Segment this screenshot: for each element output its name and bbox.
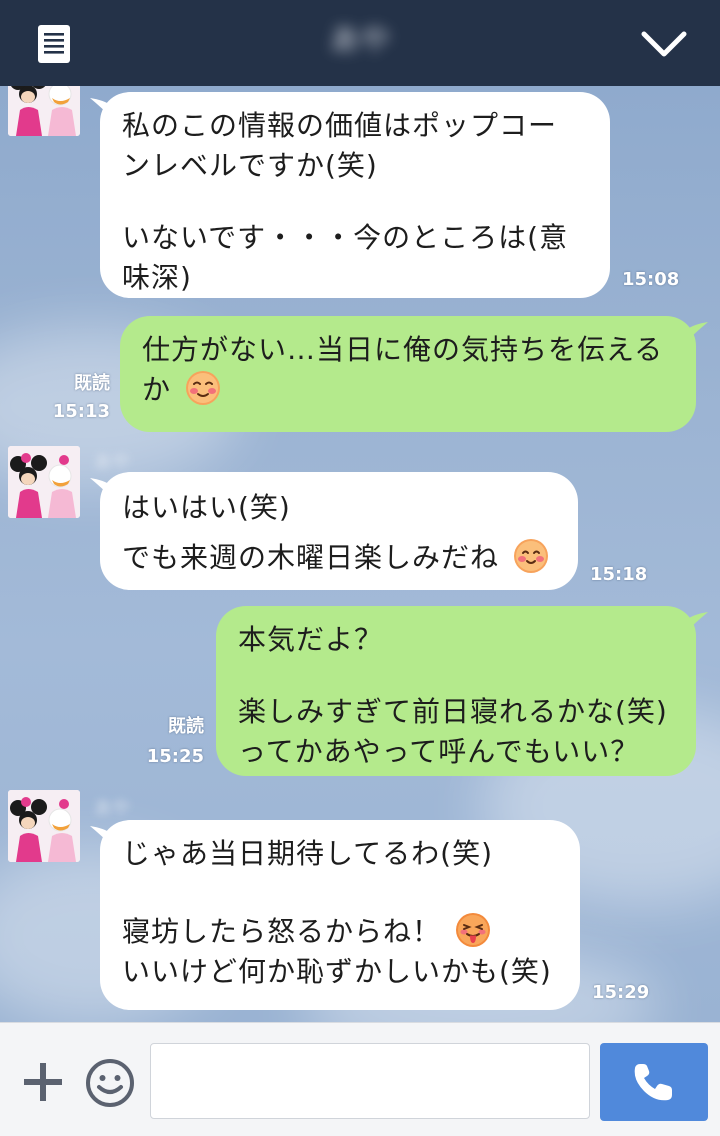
message-input-bar [0, 1022, 720, 1136]
tongue-out-face-emoji [455, 913, 490, 947]
blushing-face-emoji [185, 371, 220, 405]
smiling-face-emoji [513, 539, 548, 573]
sender-name: あや [94, 798, 130, 819]
read-label: 既読 [168, 716, 204, 737]
message-text-line: でも来週の木曜日楽しみだね [122, 538, 558, 578]
phone-icon [634, 1064, 672, 1101]
message-text [122, 874, 560, 912]
chevron-down-icon[interactable] [636, 22, 692, 66]
message-input[interactable] [150, 1043, 590, 1119]
chat-title: あや [330, 23, 390, 58]
message-time: 15:25 [146, 746, 204, 767]
read-label: 既読 [74, 373, 110, 394]
message-text-line: か [142, 370, 676, 410]
message-bubble[interactable]: 本気だよ？ 楽しみすぎて前日寝れるかな(笑) ってかあやって呼んでもいい？ [216, 606, 696, 776]
chat-screen: あや 私のこの情報の価値はポップコー ンレベルですか(笑) いないです・・・今の… [0, 0, 720, 1136]
message-text: 本気だよ？ [238, 623, 384, 656]
message-outgoing: 既読 15:25 本気だよ？ 楽しみすぎて前日寝れるかな(笑) ってかあやって呼… [0, 604, 720, 780]
message-text: 味深) [122, 261, 192, 294]
message-text: でも来週の木曜日楽しみだね [122, 541, 500, 574]
message-text: ってかあやって呼んでもいい？ [238, 735, 640, 768]
smiley-icon[interactable] [84, 1057, 136, 1109]
message-bubble[interactable]: じゃあ当日期待してるわ(笑) 寝坊したら怒るからね！ いいけど何か恥ずかしいかも… [100, 820, 580, 1010]
message-text: ンレベルですか(笑) [122, 149, 378, 182]
message-text: じゃあ当日期待してるわ(笑) [122, 837, 494, 870]
message-text: いいけど何か恥ずかしいかも(笑) [122, 955, 552, 988]
message-bubble[interactable]: はいはい(笑) でも来週の木曜日楽しみだね [100, 472, 578, 590]
message-incoming: 私のこの情報の価値はポップコー ンレベルですか(笑) いないです・・・今のところ… [0, 86, 720, 306]
message-bubble[interactable]: 仕方がない…当日に俺の気持ちを伝える か [120, 316, 696, 432]
sender-name: あや [94, 452, 130, 473]
message-incoming: あや はいはい(笑) でも来週の木曜日楽しみだね 15:18 [0, 446, 720, 598]
message-incoming: あや じゃあ当日期待してるわ(笑) 寝坊したら怒るからね！ いいけど何か恥ずかし… [0, 790, 720, 1022]
bubble-tail [686, 612, 708, 632]
message-list[interactable]: 私のこの情報の価値はポップコー ンレベルですか(笑) いないです・・・今のところ… [0, 86, 720, 1022]
plus-icon[interactable] [20, 1059, 66, 1105]
message-text: 寝坊したら怒るからね！ [122, 915, 442, 948]
message-text: か [142, 373, 172, 406]
chat-header: あや [0, 0, 720, 86]
message-text [122, 186, 590, 218]
message-time: 15:13 [52, 401, 110, 422]
message-time: 15:08 [622, 269, 680, 290]
bubble-tail [686, 322, 708, 342]
message-text: 仕方がない…当日に俺の気持ちを伝える [142, 333, 664, 366]
read-receipt: 既読 15:13 [40, 371, 110, 425]
message-time: 15:29 [592, 982, 650, 1003]
message-text-line: 寝坊したら怒るからね！ [122, 912, 560, 952]
message-text: いないです・・・今のところは(意 [122, 221, 569, 254]
message-bubble[interactable]: 私のこの情報の価値はポップコー ンレベルですか(笑) いないです・・・今のところ… [100, 92, 610, 298]
avatar[interactable] [8, 446, 80, 518]
call-button[interactable] [600, 1043, 708, 1121]
avatar[interactable] [8, 790, 80, 862]
message-text: はいはい(笑) [122, 491, 291, 524]
message-text: 私のこの情報の価値はポップコー [122, 109, 558, 142]
message-outgoing: 既読 15:13 仕方がない…当日に俺の気持ちを伝える か [0, 312, 720, 436]
message-text [238, 660, 676, 692]
read-receipt: 既読 15:25 [134, 714, 204, 770]
message-text: 楽しみすぎて前日寝れるかな(笑) [238, 695, 668, 728]
message-time: 15:18 [590, 564, 648, 585]
document-list-icon[interactable] [32, 22, 76, 66]
avatar[interactable] [8, 86, 80, 136]
